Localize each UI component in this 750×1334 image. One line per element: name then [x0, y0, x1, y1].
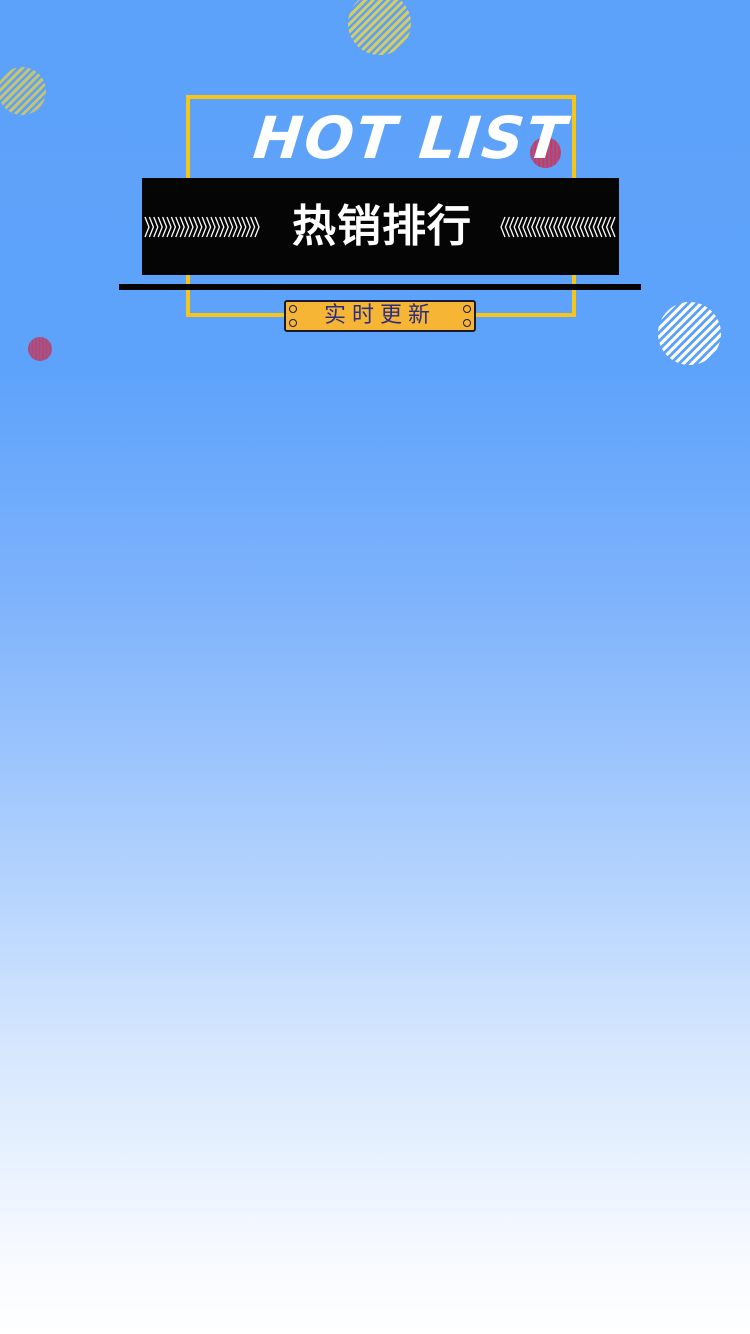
chevron-right-pattern-icon	[144, 216, 260, 238]
title-banner: 热销排行	[142, 178, 619, 275]
realtime-update-tag: 实时更新	[284, 300, 476, 332]
striped-dot-yellow-left	[0, 67, 46, 115]
chevron-left-pattern-icon	[500, 216, 616, 238]
striped-dot-white-right	[658, 302, 721, 365]
hot-list-title: HOT LIST	[250, 104, 572, 172]
striped-dot-red-left	[28, 337, 52, 361]
banner-underline	[119, 284, 641, 290]
tag-label: 实时更新	[323, 303, 436, 328]
banner-title: 热销排行	[292, 201, 472, 252]
